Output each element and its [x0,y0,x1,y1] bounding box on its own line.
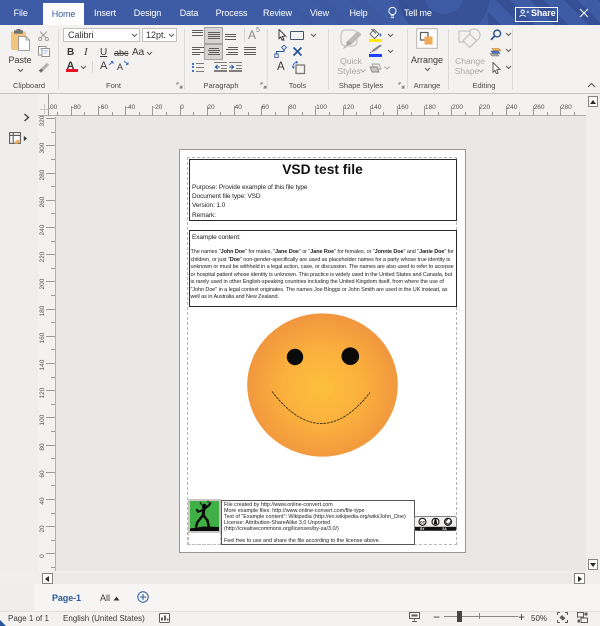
svg-text:SA: SA [442,527,447,531]
svg-text:cc: cc [420,520,426,525]
